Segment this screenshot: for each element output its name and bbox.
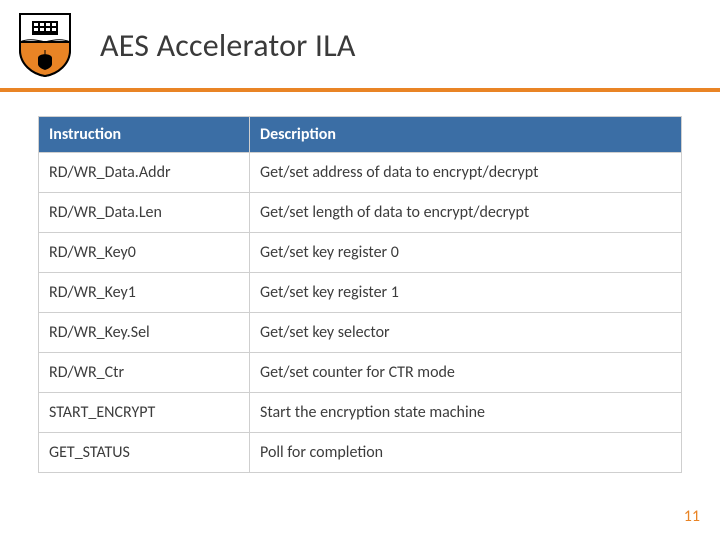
cell-description: Get/set key selector bbox=[250, 313, 682, 353]
cell-description: Get/set address of data to encrypt/decry… bbox=[250, 153, 682, 193]
princeton-shield-icon bbox=[18, 12, 72, 78]
table-row: RD/WR_Key1 Get/set key register 1 bbox=[39, 273, 682, 313]
table-row: START_ENCRYPT Start the encryption state… bbox=[39, 393, 682, 433]
table-header-row: Instruction Description bbox=[39, 117, 682, 153]
slide-header: AES Accelerator ILA bbox=[0, 0, 720, 78]
table-row: RD/WR_Ctr Get/set counter for CTR mode bbox=[39, 353, 682, 393]
cell-description: Poll for completion bbox=[250, 433, 682, 473]
cell-instruction: GET_STATUS bbox=[39, 433, 250, 473]
col-header-description: Description bbox=[250, 117, 682, 153]
cell-description: Start the encryption state machine bbox=[250, 393, 682, 433]
instruction-table: Instruction Description RD/WR_Data.Addr … bbox=[38, 116, 682, 473]
cell-description: Get/set length of data to encrypt/decryp… bbox=[250, 193, 682, 233]
table-row: RD/WR_Key0 Get/set key register 0 bbox=[39, 233, 682, 273]
cell-description: Get/set key register 1 bbox=[250, 273, 682, 313]
slide-title: AES Accelerator ILA bbox=[100, 26, 356, 65]
table-container: Instruction Description RD/WR_Data.Addr … bbox=[0, 92, 720, 473]
cell-instruction: RD/WR_Ctr bbox=[39, 353, 250, 393]
cell-description: Get/set key register 0 bbox=[250, 233, 682, 273]
cell-instruction: START_ENCRYPT bbox=[39, 393, 250, 433]
col-header-instruction: Instruction bbox=[39, 117, 250, 153]
table-row: GET_STATUS Poll for completion bbox=[39, 433, 682, 473]
table-row: RD/WR_Data.Addr Get/set address of data … bbox=[39, 153, 682, 193]
cell-instruction: RD/WR_Key0 bbox=[39, 233, 250, 273]
cell-description: Get/set counter for CTR mode bbox=[250, 353, 682, 393]
cell-instruction: RD/WR_Key.Sel bbox=[39, 313, 250, 353]
cell-instruction: RD/WR_Data.Addr bbox=[39, 153, 250, 193]
cell-instruction: RD/WR_Data.Len bbox=[39, 193, 250, 233]
table-row: RD/WR_Key.Sel Get/set key selector bbox=[39, 313, 682, 353]
cell-instruction: RD/WR_Key1 bbox=[39, 273, 250, 313]
page-number: 11 bbox=[684, 507, 700, 526]
table-row: RD/WR_Data.Len Get/set length of data to… bbox=[39, 193, 682, 233]
